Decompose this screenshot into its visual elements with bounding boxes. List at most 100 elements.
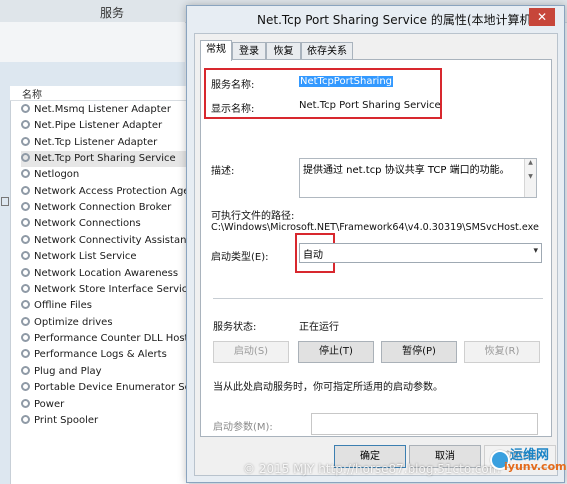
- service-row[interactable]: Performance Logs & Alerts: [21, 347, 186, 363]
- service-row-label: Power: [34, 399, 65, 410]
- tab-dependencies[interactable]: 依存关系: [301, 42, 353, 60]
- service-row[interactable]: Network Access Protection Agen: [21, 184, 186, 200]
- service-gear-icon: [21, 137, 30, 146]
- service-row[interactable]: Network Connection Broker: [21, 200, 186, 216]
- stop-button[interactable]: 停止(T): [298, 341, 374, 363]
- service-gear-icon: [21, 382, 30, 391]
- service-status-value: 正在运行: [299, 322, 339, 333]
- service-row-label: Print Spooler: [34, 415, 99, 426]
- pane-marker: [1, 197, 9, 206]
- divider: [213, 298, 543, 299]
- service-row-label: Performance Counter DLL Host: [34, 333, 186, 344]
- service-gear-icon: [21, 218, 30, 227]
- service-row[interactable]: Portable Device Enumerator Serv: [21, 380, 186, 396]
- service-gear-icon: [21, 251, 30, 260]
- service-row[interactable]: Optimize drives: [21, 315, 186, 331]
- service-row[interactable]: Net.Tcp Listener Adapter: [21, 135, 186, 151]
- start-button[interactable]: 启动(S): [213, 341, 289, 363]
- service-row[interactable]: Plug and Play: [21, 364, 186, 380]
- service-row-label: Net.Pipe Listener Adapter: [34, 120, 163, 131]
- service-row[interactable]: Network Connections: [21, 216, 186, 232]
- button-label: 取消: [435, 451, 455, 462]
- display-name-value[interactable]: Net.Tcp Port Sharing Service: [299, 100, 441, 111]
- general-tab-panel: 服务名称: NetTcpPortSharing 显示名称: Net.Tcp Po…: [200, 59, 552, 437]
- service-gear-icon: [21, 399, 30, 408]
- description-text: 提供通过 net.tcp 协议共享 TCP 端口的功能。: [303, 165, 510, 176]
- watermark-text: © 2015 MJY http://horse87.blog.51cto.com: [243, 462, 501, 476]
- start-params-label: 启动参数(M):: [213, 422, 273, 433]
- site-logo: 运维网 iyunv.com: [490, 444, 567, 478]
- display-name-label: 显示名称:: [211, 104, 255, 115]
- service-row-selected[interactable]: Net.Tcp Port Sharing Service: [21, 151, 186, 167]
- service-status-label: 服务状态:: [213, 322, 257, 333]
- service-row[interactable]: Net.Pipe Listener Adapter: [21, 118, 186, 134]
- service-gear-icon: [21, 104, 30, 113]
- service-row[interactable]: Power: [21, 397, 186, 413]
- startup-type-value: 自动: [303, 250, 323, 261]
- service-gear-icon: [21, 300, 30, 309]
- service-row-label: Network Connections: [34, 218, 141, 229]
- button-label: 停止(T): [319, 346, 353, 357]
- close-icon: ✕: [536, 10, 548, 24]
- service-name-value[interactable]: NetTcpPortSharing: [299, 76, 394, 87]
- service-name-label: 服务名称:: [211, 80, 255, 91]
- service-row-label: Network Location Awareness: [34, 268, 179, 279]
- service-row-label: Offline Files: [34, 300, 92, 311]
- pause-button[interactable]: 暂停(P): [381, 341, 457, 363]
- startup-type-label: 启动类型(E):: [211, 252, 269, 263]
- tab-general[interactable]: 常规: [200, 40, 232, 61]
- tab-label: 登录: [239, 46, 259, 57]
- service-gear-icon: [21, 268, 30, 277]
- column-header-name[interactable]: 名称: [10, 86, 186, 101]
- description-scrollbar[interactable]: ▲ ▼: [524, 159, 536, 197]
- description-box[interactable]: 提供通过 net.tcp 协议共享 TCP 端口的功能。 ▲ ▼: [299, 158, 537, 198]
- service-row[interactable]: Print Spooler: [21, 413, 186, 429]
- service-gear-icon: [21, 349, 30, 358]
- close-button[interactable]: ✕: [529, 8, 555, 26]
- logo-domain: iyunv.com: [504, 460, 567, 473]
- service-row[interactable]: Network Connectivity Assistant: [21, 233, 186, 249]
- service-gear-icon: [21, 169, 30, 178]
- service-gear-icon: [21, 153, 30, 162]
- description-label: 描述:: [211, 166, 235, 177]
- service-gear-icon: [21, 186, 30, 195]
- startup-type-select[interactable]: 自动 ▾: [299, 243, 542, 263]
- start-hint-text: 当从此处启动服务时，你可指定所适用的启动参数。: [213, 382, 443, 393]
- dialog-title: Net.Tcp Port Sharing Service 的属性(本地计算机): [257, 13, 537, 27]
- service-row[interactable]: Performance Counter DLL Host: [21, 331, 186, 347]
- service-row-label: Network Store Interface Service: [34, 284, 186, 295]
- services-window-title: 服务: [100, 6, 125, 20]
- service-gear-icon: [21, 366, 30, 375]
- properties-dialog: Net.Tcp Port Sharing Service 的属性(本地计算机) …: [186, 5, 565, 483]
- service-row-label: Net.Msmq Listener Adapter: [34, 104, 171, 115]
- service-row[interactable]: Net.Msmq Listener Adapter: [21, 102, 186, 118]
- column-header-label: 名称: [22, 90, 42, 101]
- service-row-label: Network List Service: [34, 251, 137, 262]
- service-row-label: Optimize drives: [34, 317, 113, 328]
- start-params-input[interactable]: [311, 413, 538, 435]
- resume-button[interactable]: 恢复(R): [464, 341, 540, 363]
- service-row[interactable]: Netlogon: [21, 167, 186, 183]
- service-row-label: Plug and Play: [34, 366, 102, 377]
- service-row-label: Net.Tcp Listener Adapter: [34, 137, 158, 148]
- exe-path-label: 可执行文件的路径:: [211, 211, 295, 222]
- dialog-client-area: 常规 登录 恢复 依存关系 服务名称: NetTcpPortSharing 显示…: [194, 33, 558, 476]
- services-toolbar-area: [0, 22, 185, 63]
- service-row-label: Performance Logs & Alerts: [34, 349, 167, 360]
- tab-recovery[interactable]: 恢复: [266, 42, 301, 60]
- service-row-label: Network Access Protection Agen: [34, 186, 186, 197]
- service-row-label: Portable Device Enumerator Serv: [34, 382, 186, 393]
- service-row[interactable]: Network Store Interface Service: [21, 282, 186, 298]
- button-label: 启动(S): [233, 346, 269, 357]
- service-gear-icon: [21, 415, 30, 424]
- tab-label: 依存关系: [307, 46, 347, 57]
- service-row[interactable]: Offline Files: [21, 298, 186, 314]
- dialog-titlebar[interactable]: Net.Tcp Port Sharing Service 的属性(本地计算机): [187, 6, 564, 32]
- service-row-label: Network Connection Broker: [34, 202, 172, 213]
- service-row[interactable]: Network Location Awareness: [21, 266, 186, 282]
- button-label: 暂停(P): [402, 346, 436, 357]
- service-row[interactable]: Network List Service: [21, 249, 186, 265]
- service-gear-icon: [21, 202, 30, 211]
- tab-logon[interactable]: 登录: [232, 42, 266, 60]
- service-gear-icon: [21, 235, 30, 244]
